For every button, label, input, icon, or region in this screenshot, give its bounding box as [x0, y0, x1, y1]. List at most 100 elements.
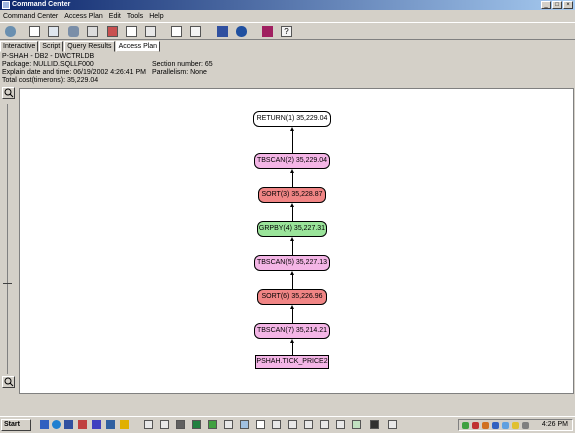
toolbar: ?: [0, 22, 575, 40]
tray-icon[interactable]: [482, 422, 489, 429]
task-button-icon[interactable]: [336, 420, 345, 429]
task-button-icon[interactable]: [288, 420, 297, 429]
start-button[interactable]: Start: [1, 419, 31, 431]
user-icon[interactable]: [236, 26, 247, 37]
document-list-icon[interactable]: [48, 26, 59, 37]
command-center-app-icon: [2, 1, 10, 9]
task-button-icon[interactable]: [176, 420, 185, 429]
clock: 4:26 PM: [541, 421, 568, 428]
grid-icon[interactable]: [217, 26, 228, 37]
task-button-icon[interactable]: [192, 420, 201, 429]
task-button-icon[interactable]: [388, 420, 397, 429]
start-label: Start: [4, 421, 20, 428]
menu-help[interactable]: Help: [146, 11, 166, 22]
table-icon[interactable]: [87, 26, 98, 37]
menu-bar: Command Center Access Plan Edit Tools He…: [0, 11, 575, 22]
tab-script[interactable]: Script: [39, 41, 64, 52]
window-icon[interactable]: [145, 26, 156, 37]
plan-arrowhead: [290, 305, 294, 309]
task-button-icon[interactable]: [208, 420, 217, 429]
tray-icon[interactable]: [492, 422, 499, 429]
plan-arrowhead: [290, 271, 294, 275]
zoom-in-button[interactable]: [2, 87, 15, 99]
plan-operator-node[interactable]: GRPBY(4) 35,227.31: [257, 221, 327, 237]
quicklaunch-icon[interactable]: [78, 420, 87, 429]
quicklaunch-icon[interactable]: [64, 420, 73, 429]
zoom-track[interactable]: [7, 104, 8, 374]
plan-operator-node[interactable]: SORT(3) 35,228.87: [258, 187, 326, 203]
book-icon[interactable]: [262, 26, 273, 37]
plan-edge: [292, 308, 293, 323]
maximize-button[interactable]: □: [552, 1, 562, 9]
plan-operator-node[interactable]: TBSCAN(2) 35,229.04: [254, 153, 330, 169]
task-button-icon[interactable]: [272, 420, 281, 429]
quicklaunch-icon[interactable]: [106, 420, 115, 429]
menu-command-center[interactable]: Command Center: [0, 11, 61, 22]
tools-icon[interactable]: [68, 26, 79, 37]
task-button-icon[interactable]: [224, 420, 233, 429]
tray-icon[interactable]: [512, 422, 519, 429]
close-button[interactable]: ×: [563, 1, 573, 9]
browser-icon[interactable]: [52, 420, 61, 429]
task-button-icon[interactable]: [370, 420, 379, 429]
tray-icon[interactable]: [472, 422, 479, 429]
control-center-icon[interactable]: [5, 26, 16, 37]
magnifier-icon: [4, 377, 14, 387]
plan-arrowhead: [290, 127, 294, 131]
plan-arrowhead: [290, 339, 294, 343]
window-title: Command Center: [12, 1, 71, 8]
task-button-icon[interactable]: [320, 420, 329, 429]
notes-icon[interactable]: [190, 26, 201, 37]
plan-edge: [292, 274, 293, 289]
plan-operator-node[interactable]: TBSCAN(7) 35,214.21: [254, 323, 330, 339]
chart-icon[interactable]: [107, 26, 118, 37]
page-icon[interactable]: [126, 26, 137, 37]
parallelism-line: Parallelism: None: [152, 69, 207, 76]
zoom-thumb[interactable]: [3, 283, 12, 284]
task-button-icon[interactable]: [352, 420, 361, 429]
task-button-icon[interactable]: [304, 420, 313, 429]
plan-edge: [292, 342, 293, 355]
section-number-line: Section number: 65: [152, 61, 213, 68]
plan-edge: [292, 206, 293, 221]
tray-icon[interactable]: [462, 422, 469, 429]
tab-strip: Interactive Script Query Results Access …: [0, 41, 161, 52]
zoom-out-button[interactable]: [2, 376, 15, 388]
task-button-icon[interactable]: [144, 420, 153, 429]
tab-access-plan[interactable]: Access Plan: [115, 41, 161, 52]
plan-edge: [292, 240, 293, 255]
minimize-button[interactable]: _: [541, 1, 551, 9]
plan-table-node[interactable]: PSHAH.TICK_PRICE2: [255, 355, 329, 369]
task-button-icon[interactable]: [240, 420, 249, 429]
speaker-icon[interactable]: [522, 422, 529, 429]
plan-operator-node[interactable]: TBSCAN(5) 35,227.13: [254, 255, 330, 271]
quicklaunch-icon[interactable]: [120, 420, 129, 429]
access-plan-canvas[interactable]: RETURN(1) 35,229.04 TBSCAN(2) 35,229.04 SO…: [19, 88, 574, 394]
plan-arrowhead: [290, 237, 294, 241]
database-line: P-SHAH - DB2 - DWCTRLDB: [2, 53, 95, 60]
plan-operator-node[interactable]: RETURN(1) 35,229.04: [253, 111, 331, 127]
help-icon[interactable]: ?: [281, 26, 292, 37]
plan-arrowhead: [290, 203, 294, 207]
menu-access-plan[interactable]: Access Plan: [61, 11, 106, 22]
quicklaunch-icon[interactable]: [92, 420, 101, 429]
quicklaunch-icon[interactable]: [40, 420, 49, 429]
menu-edit[interactable]: Edit: [106, 11, 124, 22]
total-cost-line: Total cost(timerons): 35,229.04: [2, 77, 99, 84]
task-button-icon[interactable]: [256, 420, 265, 429]
tab-interactive[interactable]: Interactive: [0, 41, 39, 52]
document-icon[interactable]: [29, 26, 40, 37]
tab-query-results[interactable]: Query Results: [64, 41, 115, 52]
plan-edge: [292, 130, 293, 153]
package-line: Package: NULLID.SQLLF000: [2, 61, 94, 68]
tray-icon[interactable]: [502, 422, 509, 429]
magnifier-icon: [4, 88, 14, 98]
plan-edge: [292, 172, 293, 187]
explain-time-line: Explain date and time: 06/19/2002 4:26:4…: [2, 69, 146, 76]
task-button-icon[interactable]: [160, 420, 169, 429]
plan-operator-node[interactable]: SORT(6) 35,226.96: [257, 289, 327, 305]
menu-tools[interactable]: Tools: [124, 11, 146, 22]
plan-arrowhead: [290, 169, 294, 173]
script-icon[interactable]: [171, 26, 182, 37]
system-tray: 4:26 PM: [458, 419, 573, 431]
